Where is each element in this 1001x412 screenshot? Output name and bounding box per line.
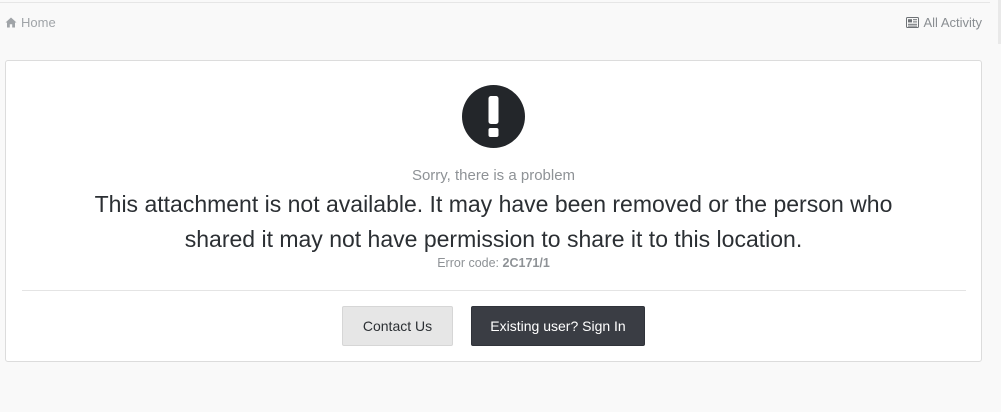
error-subtitle: Sorry, there is a problem bbox=[411, 167, 576, 184]
error-card: Sorry, there is a problem This attachmen… bbox=[5, 60, 982, 362]
contact-us-button[interactable]: Contact Us bbox=[342, 306, 453, 346]
top-border bbox=[0, 2, 990, 3]
home-icon bbox=[5, 17, 17, 28]
error-message: This attachment is not available. It may… bbox=[94, 191, 893, 252]
sign-in-button[interactable]: Existing user? Sign In bbox=[471, 306, 645, 346]
divider bbox=[22, 290, 966, 291]
breadcrumb: Home All Activity bbox=[0, 12, 990, 36]
exclamation-circle-icon bbox=[462, 85, 525, 148]
all-activity-label: All Activity bbox=[923, 15, 982, 30]
home-label: Home bbox=[21, 15, 56, 30]
all-activity-link[interactable]: All Activity bbox=[906, 15, 982, 30]
newspaper-icon bbox=[906, 17, 920, 28]
error-code: Error code: 2C171/1 bbox=[6, 256, 981, 270]
error-code-label: Error code: bbox=[437, 256, 500, 270]
error-code-value: 2C171/1 bbox=[502, 256, 550, 270]
home-link[interactable]: Home bbox=[5, 15, 56, 30]
